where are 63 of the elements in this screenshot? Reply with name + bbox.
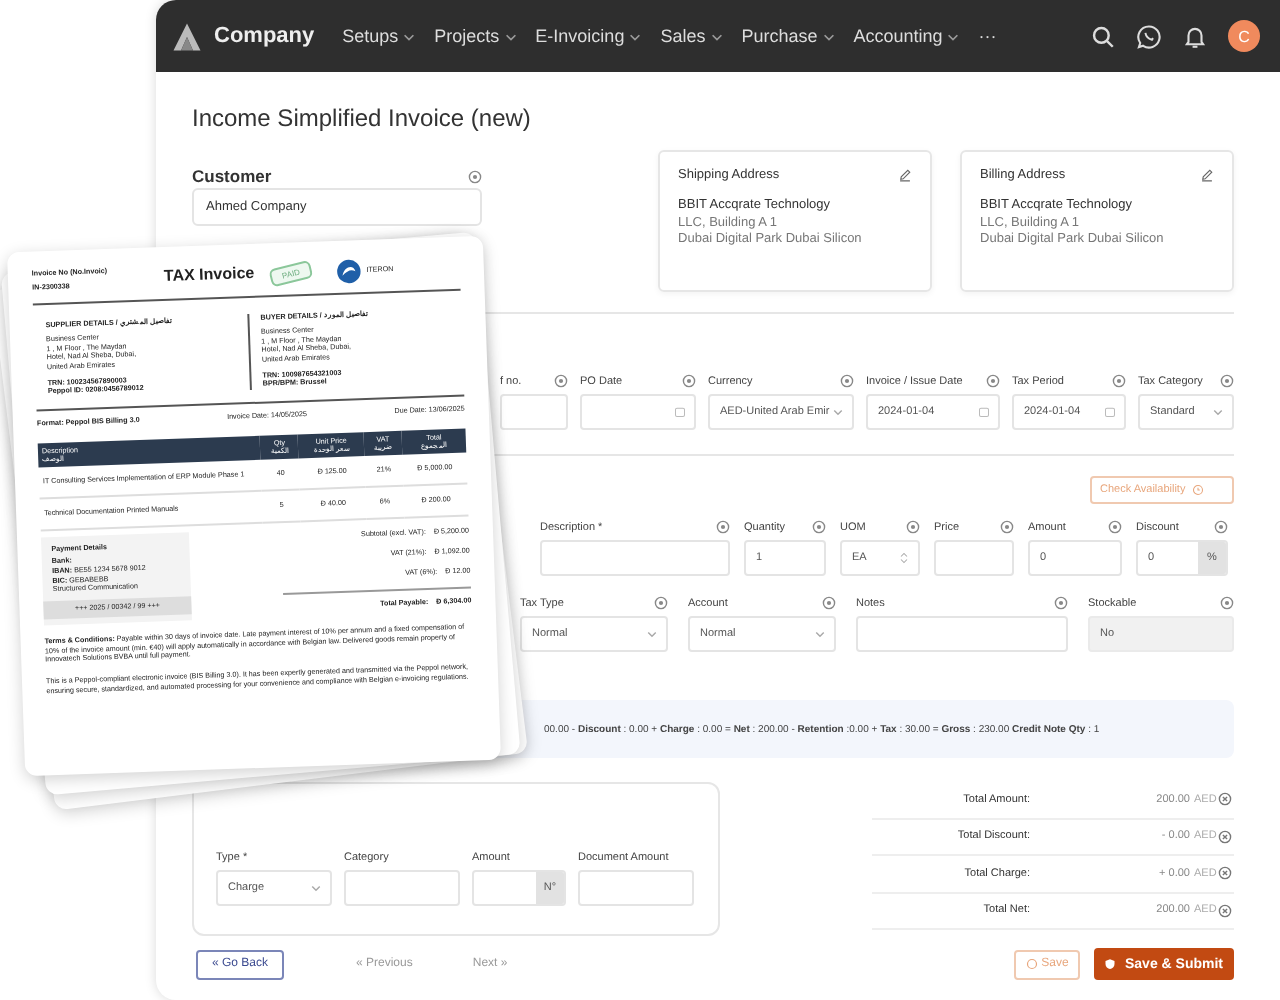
circle-dot-icon	[1000, 520, 1014, 534]
pencil-icon[interactable]	[1200, 168, 1214, 182]
circle-dot-icon	[1220, 374, 1234, 388]
circle-dot-icon	[986, 374, 1000, 388]
chat-phone-icon[interactable]	[1136, 23, 1162, 49]
circle-dot-icon	[1214, 520, 1228, 534]
circle-dot-icon	[554, 374, 568, 388]
input-field[interactable]	[856, 616, 1068, 652]
circle-dot-icon	[906, 520, 920, 534]
circle-dot-icon	[682, 374, 696, 388]
field-label: Customer	[192, 166, 272, 186]
circle-x-icon[interactable]	[1218, 866, 1232, 881]
caret-icon	[946, 29, 961, 43]
calendar-icon	[674, 406, 686, 418]
date-field[interactable]	[580, 394, 696, 430]
circle-dot-icon	[1054, 596, 1068, 610]
invoice-title: TAX Invoice	[163, 263, 255, 288]
circle-dot-icon	[468, 169, 483, 183]
menu-item[interactable]: Projects	[434, 26, 518, 46]
menu-item[interactable]: Purchase	[741, 26, 836, 46]
calendar-icon	[978, 406, 990, 418]
input-field[interactable]	[578, 870, 694, 906]
caret-icon	[402, 29, 417, 43]
menu-item[interactable]: Accounting	[853, 26, 961, 46]
circle-dot-icon	[812, 520, 826, 534]
circle-dot-icon	[1220, 596, 1234, 610]
caret-icon	[310, 882, 322, 894]
more-menu[interactable]: ···	[978, 26, 997, 46]
input-field[interactable]	[540, 540, 730, 576]
caret-icon	[821, 29, 836, 43]
caret-icon	[709, 29, 724, 43]
circle-dot-icon	[1108, 520, 1122, 534]
search-icon[interactable]	[1090, 23, 1116, 49]
circle-x-icon[interactable]	[1218, 792, 1232, 807]
logo-icon	[172, 21, 202, 51]
calendar-icon	[1104, 406, 1116, 418]
shield-icon	[1103, 958, 1115, 970]
circle-x-icon[interactable]	[1218, 829, 1232, 844]
menu-item[interactable]: Setups	[342, 26, 417, 46]
clock-icon	[1191, 484, 1204, 496]
circle-dot-icon	[840, 374, 854, 388]
page-title: Income Simplified Invoice (new)	[192, 104, 533, 132]
caret-icon	[628, 29, 643, 43]
circle-dot-icon	[716, 520, 730, 534]
bell-icon[interactable]	[1182, 23, 1208, 49]
input-field[interactable]	[934, 540, 1014, 576]
caret-icon	[1212, 406, 1224, 418]
stepper-icon	[898, 552, 910, 564]
caret-icon	[646, 628, 658, 640]
menu-item[interactable]: Sales	[660, 26, 724, 46]
input-field[interactable]	[500, 394, 568, 430]
circle-dot-icon	[822, 596, 836, 610]
company-name[interactable]: Company	[214, 24, 315, 48]
logo-icon	[335, 257, 363, 285]
menu-item[interactable]: E-Invoicing	[535, 26, 643, 46]
pencil-icon[interactable]	[898, 168, 913, 182]
circle-dot-icon	[654, 596, 668, 610]
caret-icon	[503, 29, 518, 43]
caret-icon	[814, 628, 826, 640]
caret-icon	[832, 406, 844, 418]
circle-x-icon[interactable]	[1218, 903, 1232, 918]
input-field[interactable]	[344, 870, 460, 906]
circle-dot-icon	[1112, 374, 1126, 388]
